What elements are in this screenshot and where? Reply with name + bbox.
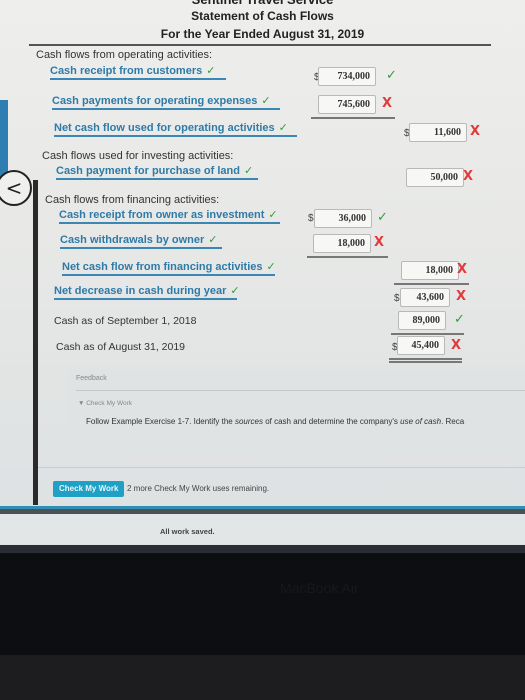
statement-period: For the Year Ended August 31, 2019 xyxy=(160,27,365,41)
operating-payments-input[interactable]: 745,600 xyxy=(318,95,376,114)
check-icon: ✓ xyxy=(268,208,278,221)
cash-begin-input[interactable]: 89,000 xyxy=(398,311,446,330)
financing-withdrawals-select[interactable]: Cash withdrawals by owner ✓ xyxy=(60,233,222,249)
incorrect-x-icon: X xyxy=(463,169,474,184)
operating-receipts-select[interactable]: Cash receipt from customers ✓ xyxy=(50,64,226,80)
incorrect-x-icon: X xyxy=(457,262,468,277)
total-rule xyxy=(394,283,469,285)
check-icon: ✓ xyxy=(206,64,216,77)
double-rule-bottom xyxy=(389,361,462,363)
check-icon: ✓ xyxy=(278,121,288,134)
operating-net-select[interactable]: Net cash flow used for operating activit… xyxy=(54,121,297,137)
dollar-sign: $ xyxy=(394,293,400,304)
feedback-text: Follow Example Exercise 1-7. Identify th… xyxy=(86,417,465,426)
financing-withdrawals-input[interactable]: 18,000 xyxy=(313,234,371,253)
check-my-work-remaining: 2 more Check My Work uses remaining. xyxy=(127,484,270,493)
save-status: All work saved. xyxy=(160,527,215,536)
incorrect-x-icon: X xyxy=(470,124,481,139)
financing-net-input[interactable]: 18,000 xyxy=(401,261,459,280)
check-icon: ✓ xyxy=(261,94,271,107)
double-rule-top xyxy=(389,358,462,360)
financing-net-select[interactable]: Net cash flow from financing activities ✓ xyxy=(62,260,276,276)
incorrect-x-icon: X xyxy=(374,235,385,250)
check-icon: ✓ xyxy=(266,260,276,273)
check-icon: ✓ xyxy=(230,284,240,297)
cash-end-input[interactable]: 45,400 xyxy=(397,336,445,355)
feedback-divider xyxy=(76,390,525,391)
incorrect-x-icon: X xyxy=(382,96,393,111)
footer-divider xyxy=(38,467,525,468)
check-icon: ✓ xyxy=(243,164,254,177)
net-decrease-select[interactable]: Net decrease in cash during year ✓ xyxy=(54,284,240,300)
correct-check-icon: ✓ xyxy=(377,210,388,225)
operating-receipts-input[interactable]: 734,000 xyxy=(318,67,376,86)
net-decrease-input[interactable]: 43,600 xyxy=(400,288,450,307)
incorrect-x-icon: X xyxy=(456,289,467,304)
browser-screen: < Sentinel Travel Service Statement of C… xyxy=(0,0,525,545)
chevron-left-icon: < xyxy=(5,176,23,200)
investing-land-select[interactable]: Cash payment for purchase of land ✓ xyxy=(56,164,258,180)
incorrect-x-icon: X xyxy=(451,338,462,353)
statement-title: Statement of Cash Flows xyxy=(191,9,334,23)
financing-heading: Cash flows from financing activities: xyxy=(45,194,220,206)
feedback-panel: Feedback ▼ Check My Work Follow Example … xyxy=(68,370,525,455)
check-my-work-toggle[interactable]: ▼ Check My Work xyxy=(78,400,132,407)
back-button[interactable]: < xyxy=(0,170,32,206)
financing-investment-input[interactable]: 36,000 xyxy=(314,209,372,228)
check-my-work-button[interactable]: Check My Work xyxy=(53,481,125,497)
check-icon: ✓ xyxy=(208,233,218,246)
side-tab[interactable] xyxy=(0,100,8,180)
correct-check-icon: ✓ xyxy=(454,312,465,327)
subtotal-rule xyxy=(391,333,464,335)
dollar-sign: $ xyxy=(308,213,314,224)
subtotal-rule xyxy=(311,117,395,119)
investing-land-input[interactable]: 50,000 xyxy=(406,168,464,187)
investing-heading: Cash flows used for investing activities… xyxy=(42,150,234,162)
company-name: Sentinel Travel Service xyxy=(0,0,525,7)
side-rail xyxy=(33,180,38,505)
bezel-brand-text: MacBook Air xyxy=(280,580,359,596)
feedback-title: Feedback xyxy=(76,375,107,382)
correct-check-icon: ✓ xyxy=(386,68,397,83)
subtotal-rule xyxy=(307,256,388,258)
bezel-edge xyxy=(0,545,525,553)
operating-payments-select[interactable]: Cash payments for operating expenses ✓ xyxy=(52,94,280,110)
operating-net-input[interactable]: 11,600 xyxy=(409,123,467,142)
operating-heading: Cash flows from operating activities: xyxy=(36,49,213,61)
header-divider xyxy=(29,44,491,46)
bezel-hinge xyxy=(0,655,525,700)
cash-end-label: Cash as of August 31, 2019 xyxy=(56,341,186,353)
cash-begin-label: Cash as of September 1, 2018 xyxy=(54,315,197,327)
financing-investment-select[interactable]: Cash receipt from owner as investment ✓ xyxy=(59,208,280,224)
